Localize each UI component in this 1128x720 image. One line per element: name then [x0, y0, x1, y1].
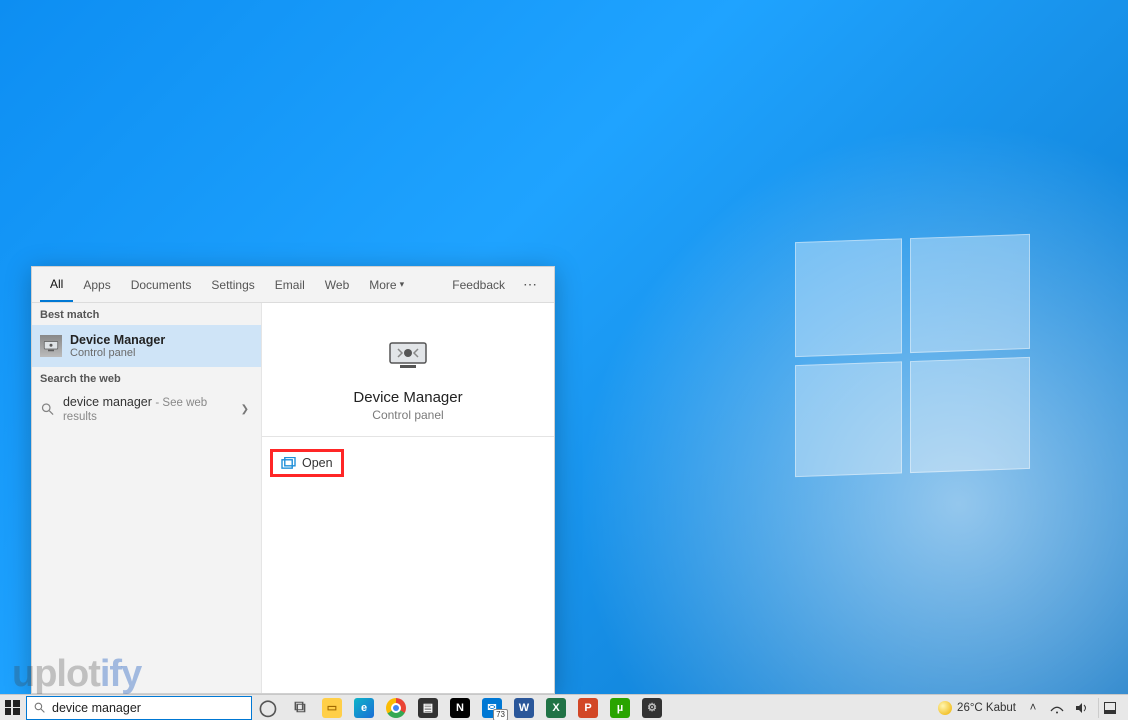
mail-icon[interactable]: 73✉	[476, 695, 508, 720]
store-icon[interactable]: ▤	[412, 695, 444, 720]
system-tray: 26°C Kabut ˄	[930, 698, 1128, 718]
powerpoint-icon[interactable]: P	[572, 695, 604, 720]
settings-dark-icon[interactable]: ⚙	[636, 695, 668, 720]
device-manager-icon	[40, 335, 62, 357]
tab-apps[interactable]: Apps	[73, 267, 120, 302]
search-icon	[40, 401, 55, 417]
weather-text: 26°C Kabut	[957, 702, 1016, 714]
tab-email[interactable]: Email	[265, 267, 315, 302]
best-match-item[interactable]: Device Manager Control panel	[32, 325, 261, 367]
search-results-list: Best match Device Manager Control panel …	[32, 303, 262, 693]
tab-more-label: More	[369, 278, 396, 292]
best-match-subtitle: Control panel	[70, 347, 165, 359]
detail-title: Device Manager	[353, 389, 462, 406]
search-icon	[33, 701, 46, 714]
best-match-heading: Best match	[32, 303, 261, 325]
detail-subtitle: Control panel	[372, 408, 443, 422]
weather-widget[interactable]: 26°C Kabut	[938, 701, 1016, 715]
taskbar: ◯⧉▭e ▤N73✉WXPµ⚙ 26°C Kabut ˄	[0, 694, 1128, 720]
windows-logo	[795, 234, 1030, 477]
file-explorer-icon[interactable]: ▭	[316, 695, 348, 720]
search-tab-bar: All Apps Documents Settings Email Web Mo…	[32, 267, 554, 303]
device-manager-large-icon	[384, 331, 432, 379]
search-detail-pane: Device Manager Control panel Open	[262, 303, 554, 693]
excel-icon[interactable]: X	[540, 695, 572, 720]
open-button[interactable]: Open	[270, 449, 344, 477]
mail-badge: 73	[493, 709, 508, 720]
start-search-popup: All Apps Documents Settings Email Web Mo…	[31, 266, 555, 694]
feedback-link[interactable]: Feedback	[442, 267, 515, 302]
open-icon	[281, 457, 296, 470]
cortana-icon[interactable]: ◯	[252, 695, 284, 720]
edge-icon[interactable]: e	[348, 695, 380, 720]
taskbar-search-input[interactable]	[52, 701, 245, 715]
chevron-right-icon: ❯	[241, 404, 249, 415]
tab-web[interactable]: Web	[315, 267, 359, 302]
word-icon[interactable]: W	[508, 695, 540, 720]
best-match-title: Device Manager	[70, 333, 165, 347]
taskbar-search-box[interactable]	[26, 696, 252, 720]
chrome-icon[interactable]	[380, 695, 412, 720]
tab-settings[interactable]: Settings	[201, 267, 264, 302]
chevron-down-icon: ▾	[400, 279, 405, 290]
tab-all[interactable]: All	[40, 267, 73, 302]
open-label: Open	[302, 456, 333, 470]
weather-icon	[938, 701, 952, 715]
task-view-icon[interactable]: ⧉	[284, 695, 316, 720]
network-icon[interactable]	[1050, 701, 1064, 715]
volume-icon[interactable]	[1074, 701, 1088, 715]
web-result-term: device manager - See web results	[63, 395, 233, 423]
tray-chevron-up-icon[interactable]: ˄	[1026, 701, 1040, 715]
utorrent-icon[interactable]: µ	[604, 695, 636, 720]
notion-icon[interactable]: N	[444, 695, 476, 720]
notifications-icon[interactable]	[1098, 698, 1120, 718]
tab-documents[interactable]: Documents	[121, 267, 202, 302]
search-web-heading: Search the web	[32, 367, 261, 389]
more-options-icon[interactable]: ⋯	[515, 276, 546, 293]
web-result-item[interactable]: device manager - See web results ❯	[32, 389, 261, 429]
windows-icon	[5, 700, 20, 715]
tab-more[interactable]: More ▾	[359, 267, 414, 302]
start-button[interactable]	[0, 696, 24, 720]
